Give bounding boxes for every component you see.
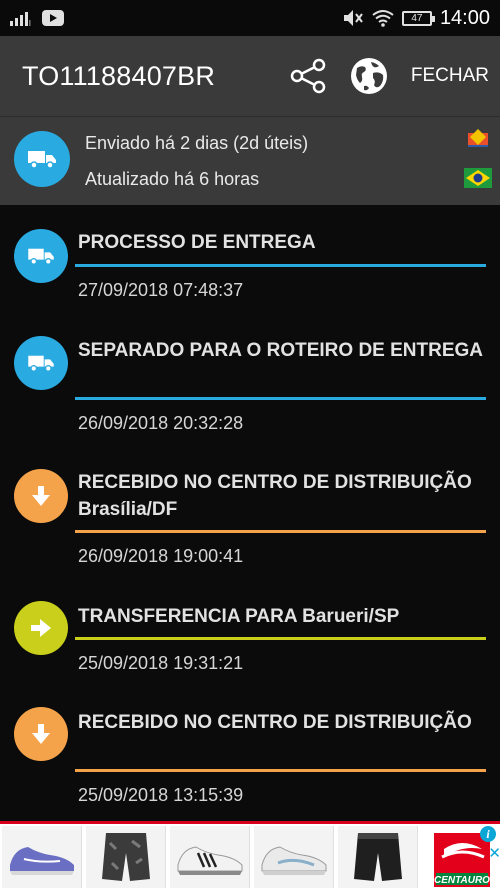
status-right: 47 14:00	[342, 7, 490, 30]
truck-icon	[14, 229, 68, 283]
carrier-flag-icon	[468, 129, 488, 147]
sneaker-icon	[261, 846, 326, 875]
truck-icon	[14, 336, 68, 390]
arrow-right-icon	[14, 601, 68, 655]
event-date: 26/09/2018 19:00:41	[78, 546, 244, 566]
event-divider	[75, 637, 486, 640]
youtube-icon	[42, 10, 64, 26]
brand-logo-text: CENTAURO	[434, 875, 490, 886]
ad-product-image[interactable]	[338, 826, 418, 888]
wifi-icon	[372, 10, 394, 27]
share-icon	[290, 58, 326, 94]
event-date: 27/09/2018 07:48:37	[78, 280, 244, 300]
event-title: SEPARADO PARA O ROTEIRO DE ENTREGA	[78, 340, 484, 361]
mute-icon	[343, 10, 363, 26]
svg-text:l: l	[29, 19, 31, 26]
event-date: 26/09/2018 20:32:28	[78, 413, 244, 433]
shorts-icon	[353, 833, 402, 881]
event-title: TRANSFERENCIA PARA Barueri/SP	[78, 606, 400, 627]
arrow-down-icon	[14, 469, 68, 523]
updated-info: Atualizado há 6 horas	[85, 169, 260, 189]
close-button[interactable]: FECHAR	[411, 65, 489, 87]
ad-banner[interactable]: CENTAURO i ✕	[0, 821, 500, 889]
globe-button[interactable]	[347, 54, 391, 98]
tracking-code: TO11188407BR	[22, 60, 216, 91]
event-divider	[75, 264, 486, 267]
ad-info-icon[interactable]: i	[480, 826, 496, 842]
ad-product-image[interactable]	[254, 826, 334, 888]
event-title: RECEBIDO NO CENTRO DE DISTRIBUIÇÃO Brasí…	[78, 472, 472, 520]
event-divider	[75, 530, 486, 533]
battery-icon: 47	[401, 10, 435, 26]
brazil-flag-icon	[464, 168, 492, 188]
status-left: l	[10, 10, 64, 26]
sent-info: Enviado há 2 dias (2d úteis)	[85, 133, 309, 153]
tracking-events: PROCESSO DE ENTREGA 27/09/2018 07:48:37 …	[0, 205, 500, 821]
app-header: TO11188407BR FECHAR	[0, 36, 500, 116]
status-bar: l 47 14:00	[0, 0, 500, 36]
event-date: 25/09/2018 19:31:21	[78, 653, 244, 673]
share-button[interactable]	[287, 54, 331, 98]
ad-close-icon[interactable]: ✕	[488, 844, 500, 862]
sneaker-icon	[9, 847, 74, 875]
sneaker-icon	[177, 846, 242, 875]
arrow-down-icon	[14, 707, 68, 761]
event-divider	[75, 769, 486, 772]
event-date: 25/09/2018 13:15:39	[78, 785, 244, 805]
shorts-icon	[101, 833, 150, 881]
event-title: PROCESSO DE ENTREGA	[78, 232, 316, 253]
event-title: RECEBIDO NO CENTRO DE DISTRIBUIÇÃO	[78, 712, 472, 733]
clock: 14:00	[439, 6, 490, 29]
truck-icon	[14, 131, 70, 187]
globe-icon	[350, 58, 387, 94]
ad-product-image[interactable]	[2, 826, 82, 888]
ad-product-image[interactable]	[86, 826, 166, 888]
signal-icon: l	[10, 12, 31, 26]
shipment-summary: Enviado há 2 dias (2d úteis) Atualizado …	[0, 116, 500, 205]
ad-product-image[interactable]	[170, 826, 250, 888]
event-divider	[75, 397, 486, 400]
